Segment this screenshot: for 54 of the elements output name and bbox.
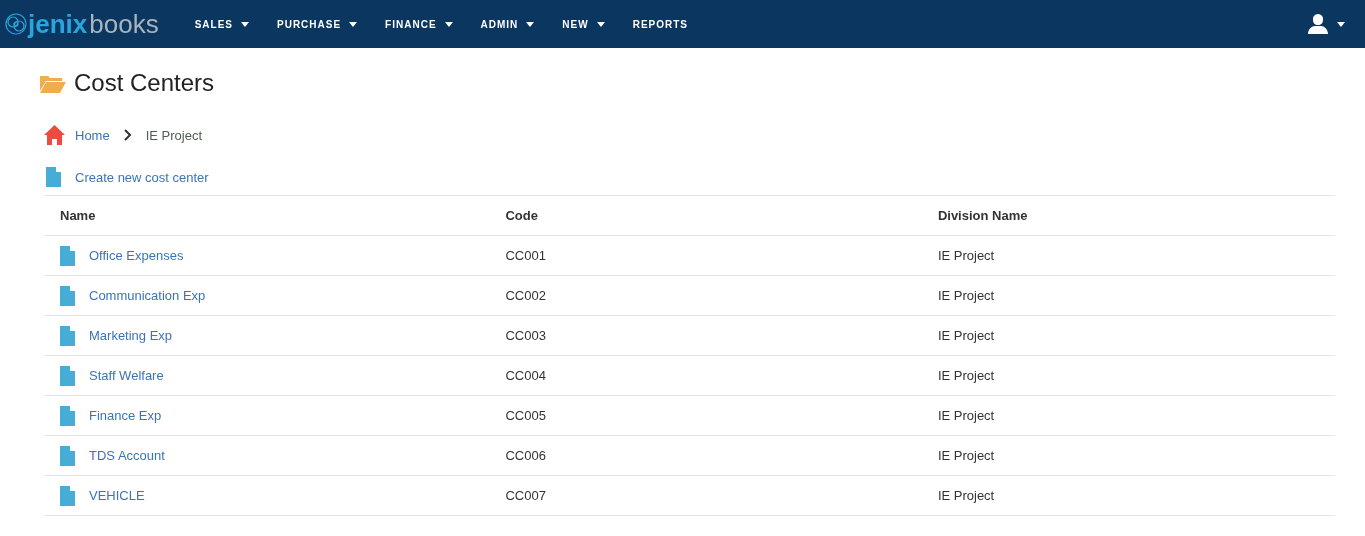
create-link[interactable]: Create new cost center bbox=[75, 169, 209, 185]
nav-menu-item[interactable]: SALES bbox=[180, 0, 263, 48]
folder-icon bbox=[40, 73, 66, 93]
document-icon bbox=[60, 445, 75, 466]
table-cell: CC005 bbox=[505, 408, 546, 423]
cost-center-link[interactable]: Marketing Exp bbox=[89, 328, 173, 343]
logo[interactable]: jenixbooks bbox=[28, 11, 159, 37]
table-cell: CC004 bbox=[505, 368, 546, 383]
cost-center-link[interactable]: Finance Exp bbox=[89, 408, 162, 423]
nav-menu-item[interactable]: REPORTS bbox=[618, 0, 703, 48]
caret-icon bbox=[241, 21, 249, 27]
logo-icon bbox=[4, 12, 28, 36]
table-cell: CC007 bbox=[505, 488, 546, 503]
column-header: Name bbox=[44, 195, 490, 236]
document-icon bbox=[60, 405, 75, 426]
table-cell: IE Project bbox=[937, 288, 995, 303]
table-cell: IE Project bbox=[937, 408, 995, 423]
caret-icon bbox=[349, 21, 358, 27]
table-cell: CC006 bbox=[505, 448, 546, 463]
user-icon bbox=[1307, 13, 1329, 35]
document-icon bbox=[60, 245, 75, 266]
cost-center-link[interactable]: Communication Exp bbox=[89, 288, 206, 303]
caret-icon bbox=[596, 21, 605, 27]
caret-icon bbox=[444, 21, 453, 27]
table-cell: IE Project bbox=[937, 248, 995, 263]
breadcrumb-link[interactable]: Home bbox=[75, 127, 110, 143]
table-cell: IE Project bbox=[937, 448, 995, 463]
table-cell: IE Project bbox=[937, 488, 995, 503]
cost-center-link[interactable]: TDS Account bbox=[89, 448, 165, 463]
document-icon bbox=[46, 167, 61, 187]
caret-icon bbox=[526, 21, 535, 27]
document-icon bbox=[60, 365, 75, 386]
cost-center-link[interactable]: VEHICLE bbox=[89, 488, 145, 503]
nav-menu-item[interactable]: FINANCE bbox=[371, 0, 467, 48]
cost-center-link[interactable]: Office Expenses bbox=[89, 248, 184, 263]
nav-menu-item[interactable]: NEW bbox=[548, 0, 619, 48]
column-header: Code bbox=[489, 195, 922, 236]
nav-menu-item[interactable]: PURCHASE bbox=[263, 0, 372, 48]
nav-menu-item[interactable]: ADMIN bbox=[466, 0, 549, 48]
column-header: Division Name bbox=[921, 195, 1335, 236]
table-cell: IE Project bbox=[937, 328, 995, 343]
chevron-right-icon bbox=[123, 129, 132, 141]
cost-center-link[interactable]: Staff Welfare bbox=[89, 368, 164, 383]
table-cell: IE Project bbox=[937, 368, 995, 383]
table-cell: CC003 bbox=[505, 328, 546, 343]
document-icon bbox=[60, 325, 75, 346]
breadcrumb-current: IE Project bbox=[145, 127, 203, 143]
caret-icon bbox=[1337, 21, 1345, 27]
table-cell: CC002 bbox=[505, 288, 546, 303]
table-cell: CC001 bbox=[505, 248, 546, 263]
home-icon bbox=[44, 125, 65, 145]
page-title: Cost Centers bbox=[74, 69, 215, 97]
document-icon bbox=[60, 485, 75, 506]
document-icon bbox=[60, 285, 75, 306]
